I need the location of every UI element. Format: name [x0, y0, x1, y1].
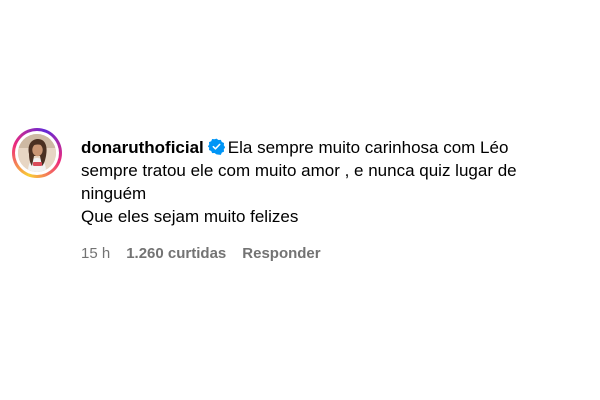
verified-badge-icon	[207, 138, 225, 155]
comment-text-line-2: sempre tratou ele com muito amor , e nun…	[81, 161, 517, 180]
likes-count-button[interactable]: 1.260 curtidas	[126, 245, 226, 262]
avatar-photo-icon	[18, 134, 56, 172]
avatar-story-ring[interactable]	[12, 128, 62, 178]
avatar[interactable]	[18, 134, 56, 172]
reply-button[interactable]: Responder	[242, 245, 320, 262]
username-link[interactable]: donaruthoficial	[81, 138, 204, 157]
comment-text-line-1: Ela sempre muito carinhosa com Léo	[227, 138, 509, 157]
comment-text: donaruthoficial Ela sempre muito carinhos…	[81, 136, 581, 228]
comment-time[interactable]: 15 h	[81, 245, 110, 262]
comment-text-line-4: Que eles sejam muito felizes	[81, 207, 299, 226]
comment-meta: 15 h 1.260 curtidas Responder	[81, 245, 581, 262]
comment-text-line-3: ninguém	[81, 184, 147, 203]
comment-body: donaruthoficial Ela sempre muito carinhos…	[81, 136, 581, 262]
